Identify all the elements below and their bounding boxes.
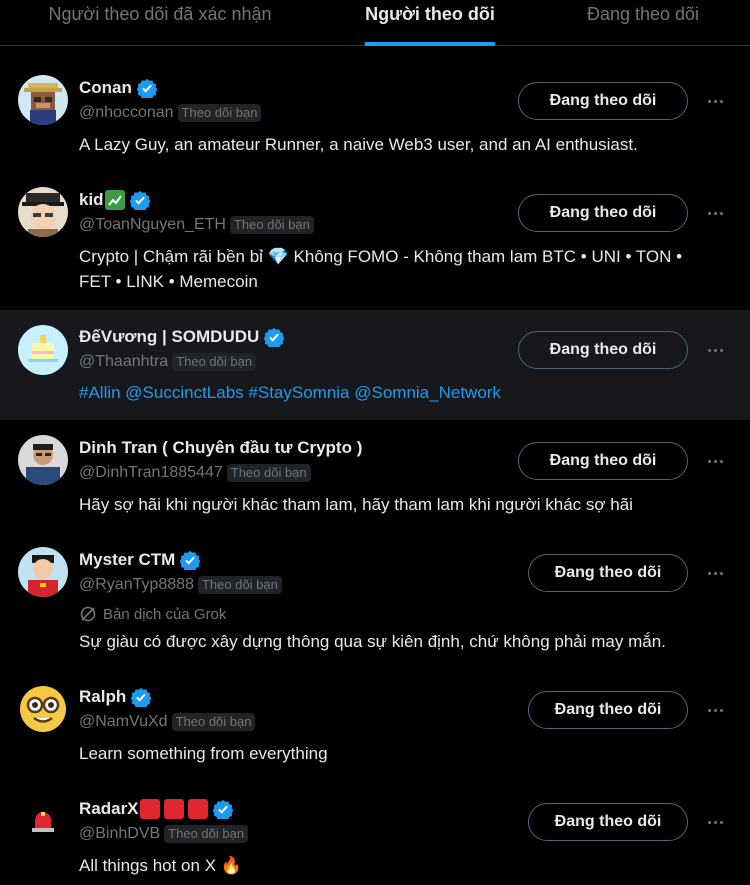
user-handle-line: @NamVuXd Theo dõi bạn [79,713,256,731]
verified-badge-icon [212,799,233,819]
siren-avatar[interactable] [18,796,68,846]
more-options-icon[interactable] [702,700,728,720]
user-handle-line: @DinhTran1885447 Theo dõi bạn [79,464,311,482]
user-row[interactable]: RadarX @BinhDVB Theo dõi bạn All things … [0,781,750,885]
user-bio: A Lazy Guy, an amateur Runner, a naive W… [79,135,638,154]
anime-hat-avatar[interactable] [18,187,68,237]
verified-badge-icon [129,190,150,210]
user-name[interactable]: kid [79,190,150,210]
photo-man-avatar[interactable] [18,435,68,485]
follows-you-badge: Theo dõi bạn [171,713,256,731]
more-options-icon[interactable] [702,451,728,471]
verified-badge-icon [264,327,285,347]
siren-emoji-icon [187,799,208,819]
active-tab-indicator [364,42,496,46]
user-bio: Hãy sợ hãi khi người khác tham lam, hãy … [79,495,633,514]
user-bio: Sự giàu có được xây dựng thông qua sự ki… [79,632,666,651]
more-options-icon[interactable] [702,812,728,832]
more-options-icon[interactable] [702,563,728,583]
chart-yen-emoji-icon [104,190,125,210]
more-options-icon[interactable] [702,91,728,111]
user-handle[interactable]: @NamVuXd [79,713,168,731]
user-bio: All things hot on X 🔥 [79,856,242,875]
user-bio: Learn something from everything [79,744,328,763]
grok-icon [80,606,96,622]
user-name[interactable]: Dinh Tran ( Chuyên đầu tư Crypto ) [79,438,362,458]
user-name[interactable]: Myster CTM [79,550,201,570]
user-handle-line: @Thaanhtra Theo dõi bạn [79,353,257,371]
user-handle-line: @RyanTyp8888 Theo dõi bạn [79,576,282,594]
verified-badge-icon [136,78,157,98]
follows-you-badge: Theo dõi bạn [177,104,262,122]
user-row[interactable]: Dinh Tran ( Chuyên đầu tư Crypto ) @Dinh… [0,420,750,532]
user-row[interactable]: Ralph @NamVuXd Theo dõi bạn Learn someth… [0,669,750,781]
user-handle-line: @nhocconan Theo dõi bạn [79,104,262,122]
user-name[interactable]: Ralph [79,687,152,707]
user-handle[interactable]: @DinhTran1885447 [79,464,223,482]
follows-you-badge: Theo dõi bạn [197,576,282,594]
verified-badge-icon [180,550,201,570]
user-name[interactable]: Conan [79,78,157,98]
following-button[interactable]: Đang theo dõi [518,442,688,480]
user-row[interactable]: Conan @nhocconan Theo dõi bạn A Lazy Guy… [0,60,750,172]
tab-followers[interactable]: Người theo dõi [340,0,520,46]
user-row[interactable]: kid @ToanNguyen_ETH Theo dõi bạn Crypto … [0,172,750,310]
nerd-face-avatar[interactable] [18,684,68,734]
user-handle-line: @BinhDVB Theo dõi bạn [79,825,249,843]
user-handle[interactable]: @nhocconan [79,104,174,122]
following-button[interactable]: Đang theo dõi [528,803,688,841]
siren-emoji-icon [139,799,160,819]
follows-you-badge: Theo dõi bạn [229,216,314,234]
user-handle-line: @ToanNguyen_ETH Theo dõi bạn [79,216,314,234]
follow-tabs: Người theo dõi đã xác nhận Người theo dõ… [0,0,750,46]
follows-you-badge: Theo dõi bạn [226,464,311,482]
pixel-monkey-avatar[interactable] [18,75,68,125]
tab-following[interactable]: Đang theo dõi [548,0,738,46]
tab-verified-followers[interactable]: Người theo dõi đã xác nhận [10,0,310,46]
user-name[interactable]: RadarX [79,799,233,819]
following-button[interactable]: Đang theo dõi [528,554,688,592]
follows-you-badge: Theo dõi bạn [164,825,249,843]
user-name[interactable]: ĐếVương | SOMDUDU [79,327,285,347]
user-handle[interactable]: @BinhDVB [79,825,160,843]
following-button[interactable]: Đang theo dõi [518,82,688,120]
cartoon-boy-avatar[interactable] [18,547,68,597]
grok-translation-note: Bản dịch của Grok [79,605,226,623]
more-options-icon[interactable] [702,203,728,223]
verified-badge-icon [131,687,152,707]
more-options-icon[interactable] [702,340,728,360]
user-row[interactable]: Myster CTM @RyanTyp8888 Theo dõi bạn Bản… [0,532,750,669]
following-button[interactable]: Đang theo dõi [518,194,688,232]
user-handle[interactable]: @Thaanhtra [79,353,168,371]
user-bio: Crypto | Chậm rãi bền bỉ 💎 Không FOMO - … [79,247,683,291]
follows-you-badge: Theo dõi bạn [172,353,257,371]
user-bio: #Allin @SuccinctLabs #StaySomnia @Somnia… [79,380,710,405]
user-row[interactable]: ĐếVương | SOMDUDU @Thaanhtra Theo dõi bạ… [0,310,750,420]
pixel-cake-avatar[interactable] [18,325,68,375]
user-bio-links[interactable]: #Allin @SuccinctLabs #StaySomnia @Somnia… [79,383,501,402]
user-handle[interactable]: @RyanTyp8888 [79,576,194,594]
user-handle[interactable]: @ToanNguyen_ETH [79,216,226,234]
siren-emoji-icon [163,799,184,819]
following-button[interactable]: Đang theo dõi [518,331,688,369]
following-button[interactable]: Đang theo dõi [528,691,688,729]
